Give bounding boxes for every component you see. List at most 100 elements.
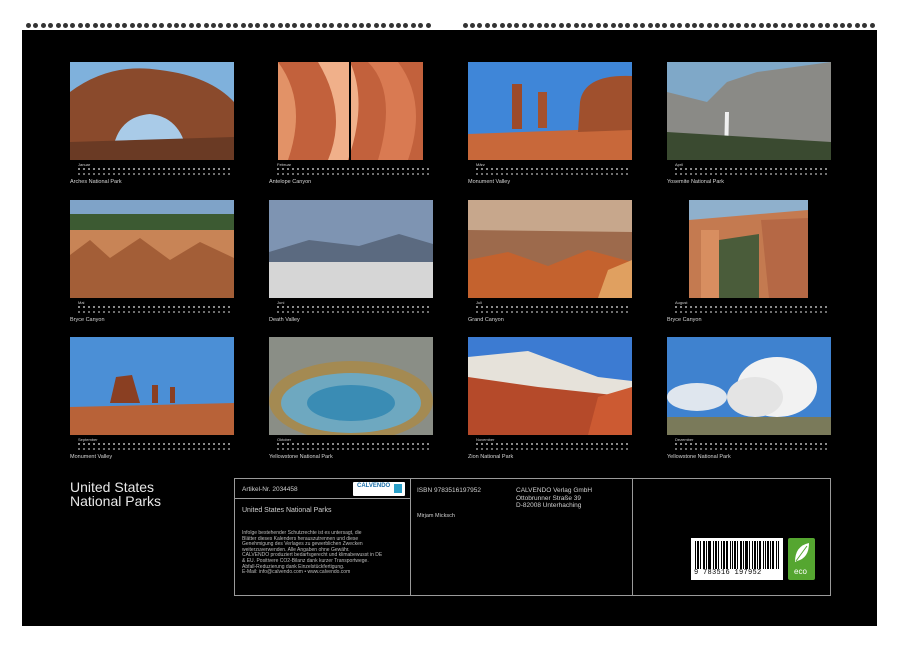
binding-hole xyxy=(818,23,823,28)
isbn: ISBN 9783516197952 xyxy=(417,487,481,494)
binding-hole xyxy=(574,23,579,28)
binding-hole xyxy=(285,23,290,28)
binding-hole xyxy=(862,23,867,28)
barcode: 9 783516 197952 xyxy=(691,538,783,580)
binding-hole xyxy=(167,23,172,28)
photo-zion xyxy=(468,337,632,435)
binding-hole xyxy=(810,23,815,28)
binding-hole xyxy=(300,23,305,28)
binding-hole xyxy=(677,23,682,28)
binding-hole xyxy=(270,23,275,28)
photo-yellowstone-spring xyxy=(269,337,433,435)
binding-hole xyxy=(263,23,268,28)
photo-caption: Arches National Park xyxy=(70,179,122,185)
binding-hole xyxy=(33,23,38,28)
binding-hole xyxy=(352,23,357,28)
calendar-sheet: United States National Parks Artikel-Nr.… xyxy=(22,30,877,626)
binding-hole xyxy=(581,23,586,28)
photo-caption: Yellowstone National Park xyxy=(269,454,333,460)
binding-hole xyxy=(507,23,512,28)
binding-hole xyxy=(233,23,238,28)
photo-antelope xyxy=(278,62,423,160)
month-day-strip xyxy=(78,443,238,452)
photo-caption: Zion National Park xyxy=(468,454,513,460)
month-label: Februar xyxy=(277,162,291,167)
binding-hole xyxy=(833,23,838,28)
binding-hole xyxy=(315,23,320,28)
binding-hole xyxy=(847,23,852,28)
month-day-strip xyxy=(78,306,238,315)
binding-hole xyxy=(744,23,749,28)
binding-hole xyxy=(189,23,194,28)
binding-hole xyxy=(537,23,542,28)
binding-hole xyxy=(662,23,667,28)
calendar-title: United States National Parks xyxy=(70,480,161,508)
binding-hole xyxy=(470,23,475,28)
binding-hole xyxy=(655,23,660,28)
binding-hole xyxy=(729,23,734,28)
binding-hole xyxy=(366,23,371,28)
binding-hole xyxy=(196,23,201,28)
binding-hole xyxy=(685,23,690,28)
binding-hole xyxy=(63,23,68,28)
binding-hole xyxy=(485,23,490,28)
photo-caption: Bryce Canyon xyxy=(70,317,105,323)
month-day-strip xyxy=(675,443,835,452)
month-day-strip xyxy=(476,168,636,177)
binding-hole xyxy=(26,23,31,28)
binding-hole xyxy=(670,23,675,28)
legal-text: Infolge bestehender Schutzrechte ist es … xyxy=(242,531,408,576)
photo-grand-canyon xyxy=(468,200,632,298)
photo-caption: Grand Canyon xyxy=(468,317,504,323)
binding-hole xyxy=(403,23,408,28)
binding-hole xyxy=(699,23,704,28)
binding-hole xyxy=(115,23,120,28)
binding-hole xyxy=(211,23,216,28)
binding-hole xyxy=(241,23,246,28)
binding-hole xyxy=(144,23,149,28)
month-day-strip xyxy=(675,168,835,177)
article-number: Artikel-Nr. 2034458 xyxy=(242,486,298,493)
binding-hole xyxy=(56,23,61,28)
binding-hole xyxy=(463,23,468,28)
binding-hole xyxy=(255,23,260,28)
month-day-strip xyxy=(78,168,238,177)
month-label: Mai xyxy=(78,300,84,305)
binding-hole xyxy=(344,23,349,28)
photo-caption: Antelope Canyon xyxy=(269,179,311,185)
month-label: November xyxy=(476,437,494,442)
binding-hole xyxy=(707,23,712,28)
binding-hole xyxy=(389,23,394,28)
binding-hole xyxy=(588,23,593,28)
title-line-2: National Parks xyxy=(70,494,161,508)
binding-hole xyxy=(411,23,416,28)
binding-hole xyxy=(514,23,519,28)
photo-death-valley xyxy=(269,200,433,298)
binding-hole xyxy=(70,23,75,28)
binding-hole xyxy=(551,23,556,28)
photo-caption: Yosemite National Park xyxy=(667,179,724,185)
month-label: April xyxy=(675,162,683,167)
binding-hole xyxy=(329,23,334,28)
binding-hole xyxy=(633,23,638,28)
binding-hole xyxy=(374,23,379,28)
month-label: Juni xyxy=(277,300,284,305)
binding-hole xyxy=(566,23,571,28)
binding-hole xyxy=(722,23,727,28)
binding-hole xyxy=(100,23,105,28)
binding-hole xyxy=(130,23,135,28)
binding-hole xyxy=(870,23,875,28)
photo-yosemite xyxy=(667,62,831,160)
binding-hole xyxy=(292,23,297,28)
month-label: Oktober xyxy=(277,437,291,442)
binding-hole xyxy=(855,23,860,28)
info-box: Artikel-Nr. 2034458 CALVENDO United Stat… xyxy=(234,478,831,596)
leaf-icon xyxy=(793,542,810,564)
binding-hole xyxy=(226,23,231,28)
binding-hole xyxy=(248,23,253,28)
binding-hole xyxy=(181,23,186,28)
photo-monument-valley-1 xyxy=(468,62,632,160)
photo-caption: Monument Valley xyxy=(70,454,112,460)
binding-hole xyxy=(322,23,327,28)
month-label: März xyxy=(476,162,485,167)
